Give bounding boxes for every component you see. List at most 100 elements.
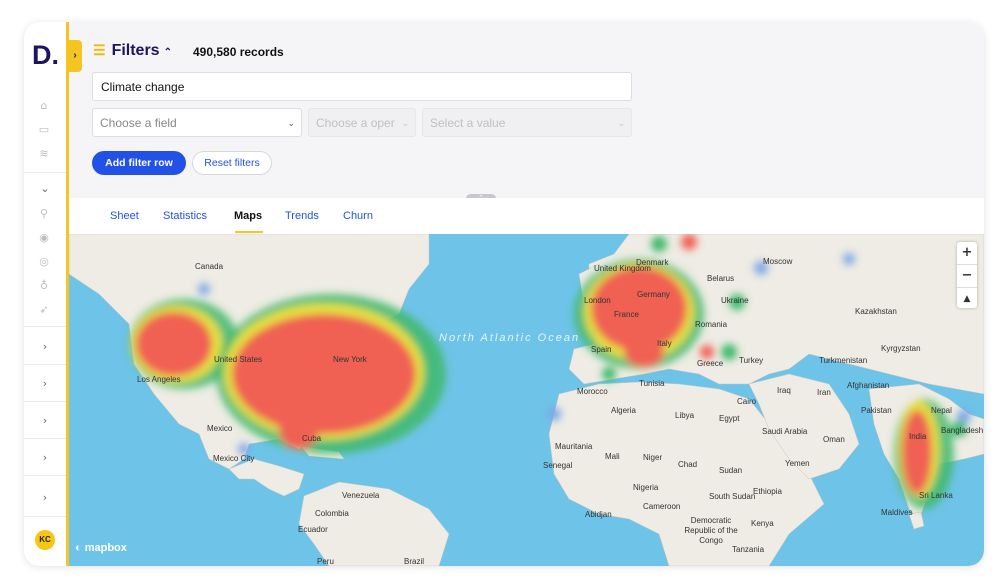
map-label: Pakistan — [861, 406, 892, 415]
sidebar-divider — [24, 172, 66, 173]
filters-toggle[interactable]: ☰ Filters ⌃ — [93, 42, 172, 60]
sidebar-divider — [24, 475, 66, 476]
map-label: Spain — [591, 345, 612, 354]
bulb-icon[interactable]: ♁ — [36, 278, 52, 294]
globe-icon[interactable]: ◎ — [36, 254, 52, 270]
map-label: Mexico — [207, 424, 233, 433]
filters-title: Filters — [111, 42, 160, 59]
tab-sheet[interactable]: Sheet — [110, 210, 139, 222]
map-label: Mauritania — [555, 442, 593, 451]
map-label: Romania — [695, 320, 728, 329]
map-label: Mexico City — [213, 454, 255, 463]
map-label: Tunisia — [639, 379, 665, 388]
map-label: Sri Lanka — [919, 491, 953, 500]
app-logo[interactable]: D. — [32, 42, 59, 69]
map-label: United States — [214, 355, 263, 364]
value-select-placeholder: Select a value — [430, 116, 506, 130]
map-label: Brazil — [404, 557, 425, 566]
map-label: Tanzania — [732, 545, 765, 554]
filters-panel: ☰ Filters ⌃ 490,580 records Climate change… — [69, 22, 984, 198]
map-label: Chad — [678, 460, 698, 469]
map-label: London — [584, 296, 611, 305]
folder-icon[interactable]: ▭ — [36, 122, 52, 138]
sidebar-divider — [24, 326, 66, 327]
field-select-placeholder: Choose a field — [100, 116, 177, 130]
filter-icon: ☰ — [93, 42, 106, 58]
add-filter-row-button[interactable]: Add filter row — [92, 151, 186, 175]
map-label: Libya — [675, 411, 695, 420]
sidebar-toggle-button[interactable]: › — [68, 40, 82, 72]
map-label: Kyrgyzstan — [881, 344, 921, 353]
home-icon[interactable]: ⌂ — [36, 98, 52, 114]
map-label: Morocco — [577, 387, 608, 396]
map-label: Algeria — [611, 406, 636, 415]
chevron-right-icon[interactable]: › — [24, 451, 66, 464]
map-label: Senegal — [543, 461, 573, 470]
tab-trends[interactable]: Trends — [285, 210, 319, 222]
map-label: Iran — [817, 388, 831, 397]
chevron-right-icon[interactable]: › — [24, 377, 66, 390]
chevron-up-icon: ⌃ — [163, 47, 172, 58]
map-label: Colombia — [315, 509, 349, 518]
value-select[interactable]: Select a value ⌄ — [422, 108, 632, 137]
active-tab-indicator — [235, 231, 263, 233]
map-label: Moscow — [763, 257, 793, 266]
zoom-controls: + − ▲ — [957, 242, 977, 308]
database-icon[interactable]: ≋ — [36, 146, 52, 162]
sidebar-divider — [24, 516, 66, 517]
sidebar-divider — [24, 438, 66, 439]
map-label: Yemen — [785, 459, 810, 468]
map-label: Egypt — [719, 414, 740, 423]
reset-filters-button[interactable]: Reset filters — [192, 151, 272, 175]
map-label: Kazakhstan — [855, 307, 897, 316]
chevron-down-icon[interactable]: ⌄ — [24, 182, 66, 195]
tab-maps[interactable]: Maps — [234, 210, 262, 222]
map-label: Ethiopia — [753, 487, 782, 496]
eye-icon[interactable]: ◉ — [36, 230, 52, 246]
map-label: Niger — [643, 453, 663, 462]
chevron-down-icon: ⌄ — [287, 118, 295, 128]
zoom-out-button[interactable]: − — [957, 265, 977, 288]
map-label: Peru — [317, 557, 334, 566]
chevron-right-icon[interactable]: › — [24, 414, 66, 427]
operator-select[interactable]: Choose a oper ⌄ — [308, 108, 416, 137]
avatar[interactable]: KC — [35, 530, 55, 550]
map-canvas — [69, 234, 984, 566]
zoom-in-button[interactable]: + — [957, 242, 977, 265]
map-label: Nigeria — [633, 483, 659, 492]
field-select[interactable]: Choose a field ⌄ — [92, 108, 302, 137]
rocket-icon[interactable]: ➶ — [36, 302, 52, 318]
chevron-right-icon[interactable]: › — [24, 491, 66, 504]
compass-button[interactable]: ▲ — [957, 288, 977, 310]
chevron-down-icon: ⌄ — [401, 118, 409, 128]
map-label: Bangladesh — [941, 426, 984, 435]
map-label: Oman — [823, 435, 845, 444]
view-tabs: Sheet Statistics Maps Trends Churn — [69, 198, 984, 234]
map-label: Ecuador — [298, 525, 328, 534]
map-label: France — [614, 310, 639, 319]
heatmap-map[interactable]: North Atlantic Ocean Canada United State… — [69, 234, 984, 566]
map-label: Venezuela — [342, 491, 380, 500]
map-label: Cairo — [737, 397, 757, 406]
search-input[interactable]: Climate change — [92, 72, 632, 101]
map-label: Iraq — [777, 386, 791, 395]
map-label: Denmark — [636, 258, 669, 267]
map-label: Ukraine — [721, 296, 749, 305]
tab-statistics[interactable]: Statistics — [163, 210, 207, 222]
mapbox-attribution[interactable]: ◐ mapbox — [75, 542, 127, 554]
tab-churn[interactable]: Churn — [343, 210, 373, 222]
map-label: Democratic Republic of the Congo — [684, 516, 738, 545]
map-label: Los Angeles — [137, 375, 181, 384]
map-label: Germany — [637, 290, 670, 299]
map-label: Greece — [697, 359, 724, 368]
mapbox-logo-text: mapbox — [84, 542, 127, 554]
chevron-right-icon[interactable]: › — [24, 340, 66, 353]
map-label: Nepal — [931, 406, 952, 415]
map-label: Italy — [657, 339, 672, 348]
search-icon[interactable]: ⚲ — [36, 206, 52, 222]
map-label: Afghanistan — [847, 381, 890, 390]
map-label: Turkey — [739, 356, 764, 365]
map-label: New York — [333, 355, 367, 364]
map-label: Mali — [605, 452, 620, 461]
map-label: Turkmenistan — [819, 356, 868, 365]
